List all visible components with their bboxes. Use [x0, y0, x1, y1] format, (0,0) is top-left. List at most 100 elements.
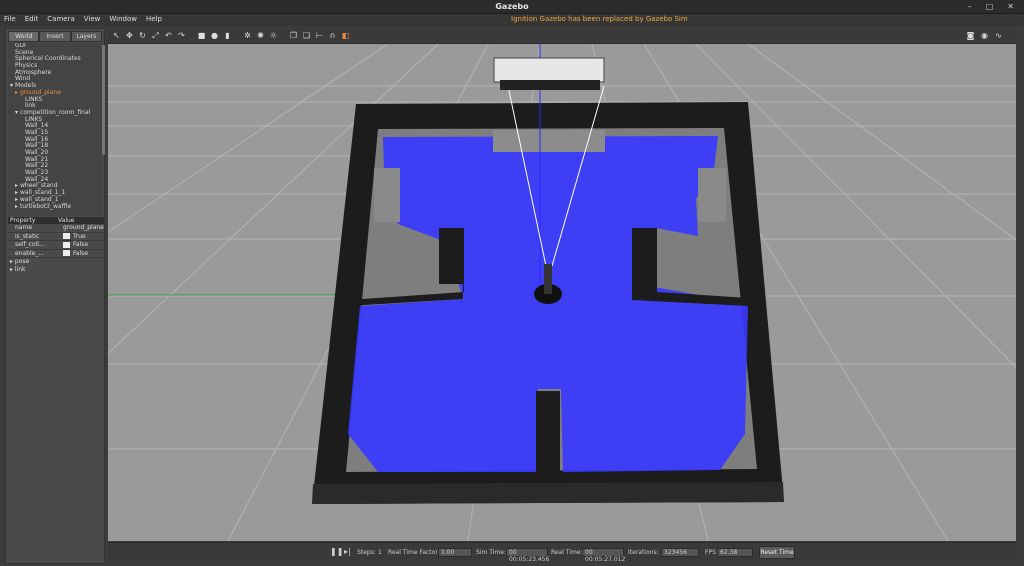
step-icon[interactable]: ▸|	[344, 547, 351, 556]
left-block	[374, 168, 400, 222]
status-bar: ❚❚ ▸| Steps: 1 Real Time Factor: 1.00 Si…	[108, 542, 1016, 563]
property-panel: Property Value name ground_plane is_static…	[8, 217, 104, 274]
property-checkbox[interactable]	[63, 250, 70, 256]
property-header: Property Value	[8, 217, 104, 224]
iterations-field: 323456	[661, 548, 699, 557]
select-icon[interactable]: ↖	[112, 31, 121, 40]
tree-item[interactable]: Wall_16	[8, 136, 102, 144]
reset-time-button[interactable]: Reset Time	[759, 546, 795, 559]
box-icon[interactable]: ■	[197, 31, 206, 40]
tree-item[interactable]: Wall_23	[8, 169, 102, 177]
property-value[interactable]: ground_plane	[56, 224, 104, 232]
property-checkbox[interactable]: ✓	[63, 233, 70, 239]
property-value[interactable]: False	[56, 241, 104, 249]
fps-label: FPS:	[705, 549, 718, 556]
copy-icon[interactable]: ❐	[289, 31, 298, 40]
directional-light-icon[interactable]: ☼	[269, 31, 278, 40]
align-icon[interactable]: ⊢	[315, 31, 324, 40]
change-view-icon[interactable]: ◧	[341, 31, 350, 40]
menu-view[interactable]: View	[84, 15, 101, 23]
tab-world[interactable]: World	[8, 31, 40, 42]
point-light-icon[interactable]: ✲	[243, 31, 252, 40]
value-column: Value	[58, 217, 75, 224]
maximize-button[interactable]: □	[986, 2, 994, 11]
minimize-button[interactable]: –	[968, 2, 972, 11]
sensor-box	[493, 57, 605, 83]
menu-edit[interactable]: Edit	[25, 15, 39, 23]
menu-window[interactable]: Window	[109, 15, 137, 23]
undo-icon[interactable]: ↶	[164, 31, 173, 40]
rotate-icon[interactable]: ↻	[138, 31, 147, 40]
window-title: Gazebo	[495, 2, 529, 11]
iterations-label: Iterations:	[628, 549, 659, 556]
group-link[interactable]: ▸ link	[8, 266, 104, 274]
property-row: enable_... False	[8, 250, 104, 258]
steps-label: Steps:	[357, 549, 376, 556]
sphere-icon[interactable]: ●	[210, 31, 219, 40]
tree-item[interactable]: LINKS	[8, 96, 102, 104]
property-row: is_static ✓True	[8, 232, 104, 241]
redo-icon[interactable]: ↷	[177, 31, 186, 40]
outer-wall-front	[312, 482, 784, 504]
screenshot-icon[interactable]: ◙	[966, 31, 975, 40]
property-value-text: False	[73, 249, 89, 257]
group-link-label: link	[14, 266, 26, 273]
tree-scrollbar[interactable]	[102, 45, 105, 155]
tree-arrow-icon[interactable]: ▸	[15, 203, 18, 210]
toolbar: ↖ ✥ ↻ ⤢ ↶ ↷ ■ ● ▮ ✲ ✺ ☼ ❐ ❏ ⊢ ∩ ◧ ◙ ◉ ∿	[108, 28, 1016, 44]
tree-item[interactable]: Wall_14	[8, 122, 102, 130]
window-titlebar: Gazebo – □ ✕	[0, 0, 1024, 14]
property-value-text: ground_plane	[63, 224, 104, 231]
scale-icon[interactable]: ⤢	[151, 31, 160, 40]
snap-icon[interactable]: ∩	[328, 31, 337, 40]
sim-time-label: Sim Time:	[476, 549, 506, 556]
property-column: Property	[10, 217, 36, 224]
tree-item-label: turtlebot3_waffle	[20, 202, 72, 210]
property-row: name ground_plane	[8, 224, 104, 233]
translate-icon[interactable]: ✥	[125, 31, 134, 40]
tree-item[interactable]: Wall_18	[8, 142, 102, 150]
scene-svg[interactable]	[108, 44, 1016, 541]
tree-arrow-icon[interactable]: ▸	[15, 196, 18, 203]
tree-arrow-icon[interactable]: ▾	[15, 109, 18, 116]
steps-value[interactable]: 1	[378, 549, 382, 556]
real-time-label: Real Time:	[551, 549, 583, 556]
paste-icon[interactable]: ❏	[302, 31, 311, 40]
tab-layers[interactable]: Layers	[70, 31, 102, 42]
scene-viewport[interactable]	[108, 44, 1016, 541]
sim-time-field: 00 00:05:23.456	[506, 548, 549, 563]
property-name: is_static	[15, 232, 40, 240]
group-pose-label: pose	[14, 258, 30, 265]
tab-insert[interactable]: Insert	[39, 31, 71, 42]
tree-item[interactable]: ▾ competition_room_final	[8, 109, 102, 117]
tree-arrow-icon[interactable]: ▸	[15, 89, 18, 96]
sensor-strip	[500, 80, 600, 90]
menu-bar: File Edit Camera View Window Help Igniti…	[0, 14, 1024, 26]
tree-item[interactable]: Wall_15	[8, 129, 102, 137]
tree-arrow-icon[interactable]: ▾	[10, 82, 13, 89]
menu-help[interactable]: Help	[146, 15, 162, 23]
property-value[interactable]: ✓True	[56, 233, 104, 241]
spot-light-icon[interactable]: ✺	[256, 31, 265, 40]
tree-item[interactable]: Wall_22	[8, 163, 102, 170]
tree-item[interactable]: ▸ ground_plane	[8, 89, 102, 97]
record-icon[interactable]: ◉	[980, 31, 989, 40]
menu-camera[interactable]: Camera	[47, 15, 74, 23]
close-button[interactable]: ✕	[1007, 2, 1014, 11]
property-checkbox[interactable]	[63, 241, 70, 248]
tree-item[interactable]: Wall_21	[8, 156, 102, 164]
cylinder-icon[interactable]: ▮	[223, 31, 232, 40]
property-value[interactable]: False	[56, 250, 104, 258]
tree-item[interactable]: LINKS	[8, 116, 102, 124]
tree-item[interactable]: ▸ turtlebot3_waffle	[8, 202, 102, 211]
property-name: name	[15, 224, 33, 231]
group-pose[interactable]: ▸ pose	[8, 258, 104, 266]
plot-icon[interactable]: ∿	[994, 31, 1003, 40]
tree-item[interactable]: Wall_20	[8, 149, 102, 157]
robot-mast	[544, 264, 552, 294]
menu-file[interactable]: File	[4, 15, 16, 23]
pause-icon[interactable]: ❚❚	[330, 547, 343, 556]
update-notice[interactable]: Ignition Gazebo has been replaced by Gaz…	[511, 15, 688, 23]
property-value-text: True	[73, 232, 86, 240]
property-name: self_coll...	[15, 241, 45, 248]
